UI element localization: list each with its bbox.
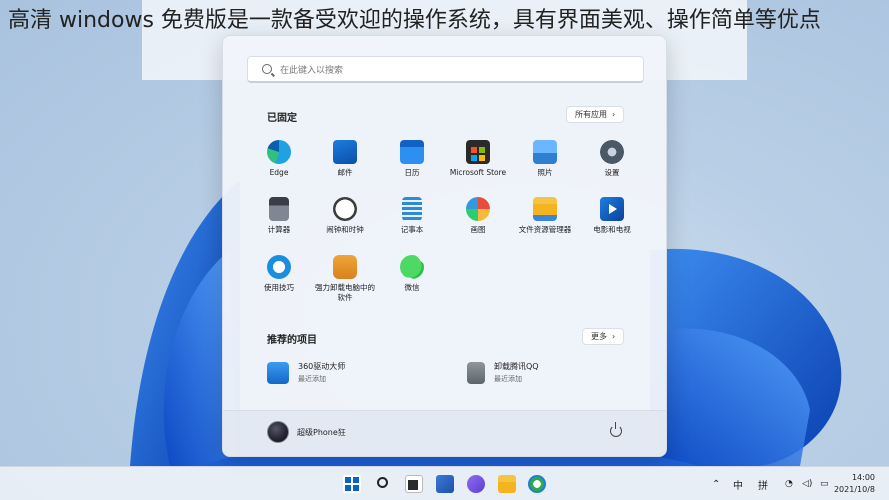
search-placeholder: 在此键入以搜索 [280, 65, 344, 76]
tips-icon [267, 255, 291, 279]
pinned-app-file-explorer[interactable]: 文件资源管理器 [512, 197, 578, 235]
recommended-title: 推荐的项目 [267, 335, 317, 346]
file-explorer-icon[interactable] [498, 475, 516, 493]
widgets-icon[interactable] [436, 475, 454, 493]
volume-icon[interactable]: ◁) [802, 467, 812, 500]
folder-icon [533, 197, 557, 221]
pinned-app-uninstaller[interactable]: 强力卸载电脑中的软件 [312, 255, 378, 303]
trash-icon [467, 361, 485, 384]
wifi-icon[interactable]: ◔ [785, 467, 793, 500]
all-apps-label: 所有应用 [575, 110, 607, 119]
power-icon[interactable] [610, 422, 622, 437]
pinned-app-calendar[interactable]: 日历 [379, 140, 445, 178]
browser-icon[interactable] [528, 475, 546, 493]
search-input[interactable]: 在此键入以搜索 [247, 56, 644, 83]
pinned-app-movies[interactable]: 电影和电视 [579, 197, 645, 235]
mail-icon [333, 140, 357, 164]
teams-chat-icon[interactable] [467, 475, 485, 493]
uninstall-icon [333, 255, 357, 279]
notepad-icon [402, 197, 422, 221]
photos-icon [533, 140, 557, 164]
all-apps-button[interactable]: 所有应用 › [566, 106, 625, 123]
pinned-app-edge[interactable]: Edge [246, 140, 312, 178]
pinned-app-wechat[interactable]: 微信 [379, 255, 445, 293]
pinned-app-paint[interactable]: 画图 [445, 197, 511, 235]
pinned-app-calculator[interactable]: 计算器 [246, 197, 312, 235]
pinned-app-clock[interactable]: 闹钟和时钟 [312, 197, 378, 235]
search-icon [377, 477, 388, 488]
task-view-icon[interactable] [405, 475, 423, 493]
windows-icon [345, 477, 359, 491]
clock-button[interactable]: 14:00 2021/10/8 [834, 472, 875, 496]
clock-time: 14:00 [851, 473, 875, 482]
start-footer: 超级Phone狂 [223, 410, 666, 456]
pinned-app-tips[interactable]: 使用技巧 [246, 255, 312, 293]
gear-icon [600, 140, 624, 164]
movies-icon [600, 197, 624, 221]
ime-mode[interactable]: 拼 [758, 467, 768, 500]
paint-icon [466, 197, 490, 221]
chevron-right-icon: › [612, 332, 616, 341]
chevron-right-icon: › [612, 110, 616, 119]
tray-chevron-up-icon[interactable]: ⌃ [712, 467, 720, 500]
battery-icon[interactable]: ▭ [820, 467, 829, 500]
pinned-app-settings[interactable]: 设置 [579, 140, 645, 178]
edge-icon [267, 140, 291, 164]
pinned-app-mail[interactable]: 邮件 [312, 140, 378, 178]
user-name: 超级Phone狂 [297, 427, 346, 437]
pinned-app-notepad[interactable]: 记事本 [379, 197, 445, 235]
search-icon [262, 64, 272, 74]
calendar-icon [400, 140, 424, 164]
search-taskbar-button[interactable] [375, 475, 393, 493]
pinned-title: 已固定 [267, 113, 297, 124]
driver-icon [267, 361, 289, 384]
user-account-button[interactable]: 超级Phone狂 [267, 421, 346, 443]
clock-date: 2021/10/8 [833, 485, 875, 494]
recommended-item[interactable]: 360驱动大师 最近添加 [267, 361, 345, 384]
start-menu: 在此键入以搜索 已固定 所有应用 › Edge 邮件 日历 Microsoft … [222, 35, 667, 457]
avatar [267, 421, 289, 443]
more-label: 更多 [591, 332, 607, 341]
calculator-icon [269, 197, 289, 221]
more-button[interactable]: 更多 › [582, 328, 625, 345]
wechat-icon [400, 255, 424, 279]
pinned-app-photos[interactable]: 照片 [512, 140, 578, 178]
store-icon [466, 140, 490, 164]
clock-icon [333, 197, 357, 221]
pinned-app-store[interactable]: Microsoft Store [445, 140, 511, 178]
recommended-item[interactable]: 卸载腾讯QQ 最近添加 [467, 361, 539, 384]
taskbar: ⌃ 中 拼 ◔ ◁) ▭ 14:00 2021/10/8 [0, 466, 889, 500]
ime-language[interactable]: 中 [733, 467, 743, 500]
start-button[interactable] [343, 475, 361, 493]
